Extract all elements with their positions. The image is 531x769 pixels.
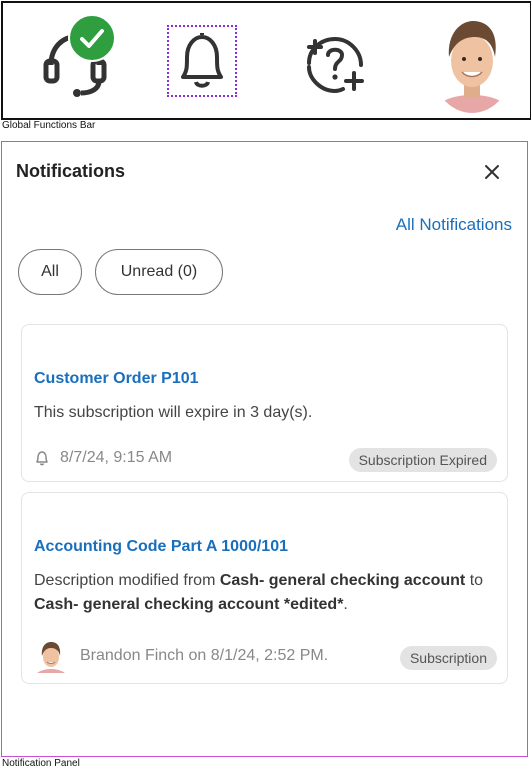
notification-body: Description modified from Cash- general … [34,569,499,617]
notification-body: This subscription will expire in 3 day(s… [34,404,313,421]
notification-tag: Subscription Expired [348,448,497,472]
bell-icon [181,33,223,88]
filter-unread-button[interactable]: Unread (0) [95,249,223,295]
notification-meta: Brandon Finch on 8/1/24, 2:52 PM. [34,639,328,673]
close-button[interactable] [482,162,502,182]
notification-panel: Notifications All Notifications All Unre… [1,141,528,757]
notification-panel-caption: Notification Panel [2,758,80,769]
body-new-value: Cash- general checking account *edited* [34,596,344,613]
notification-author-timestamp: Brandon Finch on 8/1/24, 2:52 PM. [80,647,329,664]
bell-icon [36,451,48,466]
notification-tag: Subscription [399,646,497,670]
notification-meta: 8/7/24, 9:15 AM [34,449,172,467]
notification-card[interactable]: Accounting Code Part A 1000/101 Descript… [21,492,508,684]
notifications-bell-button[interactable] [167,25,237,97]
all-notifications-link[interactable]: All Notifications [396,215,512,235]
body-prefix: Description modified from [34,572,220,589]
body-suffix: . [343,596,348,613]
close-icon [485,165,499,179]
global-bar-caption: Global Functions Bar [2,120,96,131]
avatar [34,639,68,673]
notification-card[interactable]: Customer Order P101 This subscription wi… [21,324,508,482]
filter-all-button[interactable]: All [18,249,82,295]
notification-timestamp: 8/7/24, 9:15 AM [60,449,173,466]
global-functions-bar [1,1,531,120]
help-add-icon[interactable] [301,31,367,97]
notification-title[interactable]: Accounting Code Part A 1000/101 [34,538,288,556]
status-check-icon [68,14,116,62]
notification-title[interactable]: Customer Order P101 [34,370,199,388]
panel-title: Notifications [16,161,126,181]
body-mid: to [465,572,484,589]
user-avatar[interactable] [431,15,513,113]
body-old-value: Cash- general checking account [219,572,466,589]
